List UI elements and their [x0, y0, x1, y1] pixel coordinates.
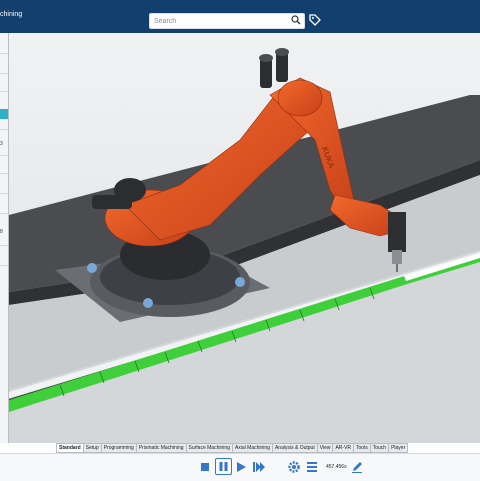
panel-divider: [0, 193, 8, 194]
panel-number: 3: [0, 141, 3, 147]
time-readout: 457.456s: [326, 464, 347, 470]
panel-number: 8: [0, 229, 3, 235]
panel-divider: [0, 129, 8, 130]
tab-tools[interactable]: Tools: [354, 443, 371, 453]
list-icon[interactable]: [305, 460, 319, 474]
selected-row[interactable]: [0, 109, 8, 119]
panel-divider: [0, 213, 8, 214]
ribbon-tabs: Standard Setup Programming Prismatic Mac…: [56, 443, 409, 453]
tab-touch[interactable]: Touch: [370, 443, 390, 453]
search-box[interactable]: [149, 13, 305, 29]
title-bar: chining: [0, 0, 480, 33]
settings-icon[interactable]: [287, 460, 301, 474]
tab-setup[interactable]: Setup: [83, 443, 102, 453]
spindle: [388, 212, 406, 252]
panel-divider: [0, 173, 8, 174]
panel-divider: [0, 53, 8, 54]
panel-divider: [0, 91, 8, 92]
tab-surface-machining[interactable]: Surface Machining: [186, 443, 233, 453]
tab-axial-machining[interactable]: Axial Machining: [232, 443, 273, 453]
player-toolbar: 457.456s: [0, 453, 480, 481]
edit-icon[interactable]: [350, 460, 364, 474]
pause-icon: [219, 462, 228, 471]
tab-standard[interactable]: Standard: [56, 443, 84, 453]
panel-divider: [0, 73, 8, 74]
pause-button[interactable]: [215, 458, 232, 475]
panel-divider: [0, 155, 8, 156]
3d-viewport[interactable]: KUKA: [9, 33, 480, 443]
search-input[interactable]: [154, 15, 284, 27]
panel-divider: [0, 265, 8, 266]
tab-prismatic-machining[interactable]: Prismatic Machining: [136, 443, 187, 453]
play-icon[interactable]: [234, 460, 248, 474]
tab-view[interactable]: View: [317, 443, 334, 453]
tag-icon[interactable]: [308, 13, 322, 27]
search-icon[interactable]: [291, 15, 301, 25]
panel-divider: [0, 245, 8, 246]
app-title: chining: [0, 11, 23, 18]
fast-forward-icon[interactable]: [252, 460, 266, 474]
tab-ar-vr[interactable]: AR-VR: [333, 443, 355, 453]
tab-analysis-output[interactable]: Analysis & Output: [272, 443, 318, 453]
tab-programming[interactable]: Programming: [101, 443, 137, 453]
robot-scene: KUKA: [9, 33, 480, 443]
left-panel[interactable]: 3 8: [0, 33, 9, 443]
tab-player[interactable]: Player: [389, 443, 409, 453]
stop-icon[interactable]: [198, 460, 212, 474]
